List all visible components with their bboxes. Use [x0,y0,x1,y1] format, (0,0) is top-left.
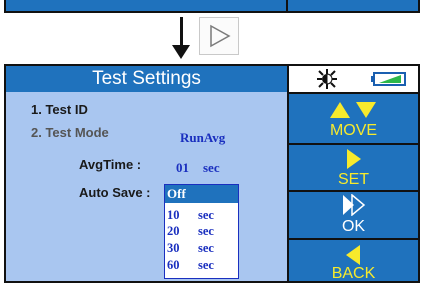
right-arrow-icon [347,149,361,169]
status-bar [289,66,418,92]
menu-item-test-mode[interactable]: 2. Test Mode [31,125,109,140]
back-label: BACK [331,265,376,282]
previous-screen-panel [4,0,288,13]
previous-screen-side-panel [288,0,420,13]
avg-time-label: AvgTime : [79,157,142,172]
battery-icon [371,72,406,86]
auto-save-option-value[interactable]: 60 [167,258,180,273]
backlight-icon [317,69,337,89]
page-title: Test Settings [6,66,287,92]
flow-arrow-head [172,45,190,59]
auto-save-label: Auto Save : [79,185,151,200]
play-button-hint [199,17,239,55]
set-label: SET [337,171,370,188]
settings-panel [6,66,287,281]
auto-save-option-unit: sec [198,224,214,238]
left-arrow-icon [346,245,360,265]
move-label: MOVE [329,122,378,139]
double-right-arrow-icon [343,194,366,216]
auto-save-option-value[interactable]: 20 [167,224,180,239]
up-down-arrows-icon [330,102,376,118]
ok-label: OK [341,218,366,235]
flow-arrow-line [180,17,183,47]
test-mode-value: RunAvg [180,130,226,145]
avg-time-value[interactable]: 01 [176,160,189,176]
auto-save-option-unit: sec [198,241,214,255]
auto-save-option-value[interactable]: 30 [167,241,180,256]
menu-item-test-id[interactable]: 1. Test ID [31,102,88,117]
auto-save-selected-option[interactable]: Off [165,185,238,203]
play-outline-icon [210,24,231,48]
auto-save-option-unit: sec [198,258,214,272]
avg-time-unit: sec [203,160,220,175]
auto-save-option-unit: sec [198,208,214,222]
auto-save-option-value[interactable]: 10 [167,208,180,223]
